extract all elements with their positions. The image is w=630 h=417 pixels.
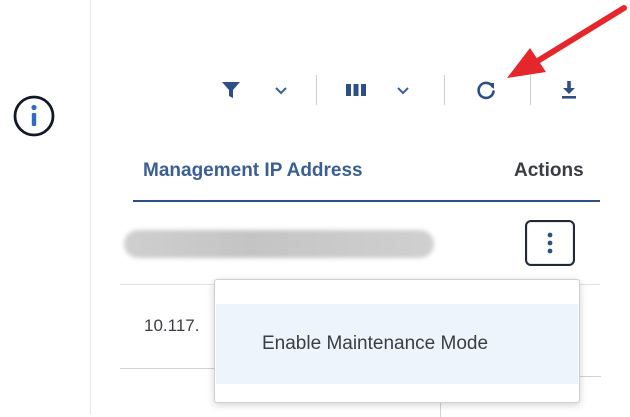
table-row [120, 204, 600, 280]
redacted-ip-address [124, 230, 434, 258]
table-toolbar [0, 70, 630, 110]
refresh-button[interactable] [474, 74, 498, 106]
chevron-down-icon [275, 87, 287, 95]
filter-button[interactable] [220, 74, 290, 106]
toolbar-separator [530, 75, 531, 105]
more-vertical-icon [547, 232, 553, 254]
column-header-management-ip[interactable]: Management IP Address [143, 160, 363, 182]
column-header-actions: Actions [514, 160, 584, 181]
refresh-icon [477, 81, 495, 100]
toolbar-separator [316, 75, 317, 105]
toolbar-separator [444, 75, 445, 105]
download-button[interactable] [558, 74, 580, 106]
left-rail [0, 0, 91, 414]
row-divider [120, 368, 220, 369]
columns-icon [346, 84, 366, 96]
download-icon [562, 81, 576, 99]
filter-icon [222, 82, 240, 98]
menu-item-label: Enable Maintenance Mode [262, 333, 489, 354]
columns-button[interactable] [344, 74, 412, 106]
table-header: Management IP Address Actions [133, 150, 600, 202]
chevron-down-icon [397, 87, 409, 95]
menu-item-enable-maintenance-mode[interactable]: Enable Maintenance Mode [216, 304, 578, 384]
management-ip-cell: 10.117. [144, 316, 200, 335]
row-actions-button[interactable] [525, 220, 575, 266]
row-actions-menu: Enable Maintenance Mode [214, 279, 580, 403]
